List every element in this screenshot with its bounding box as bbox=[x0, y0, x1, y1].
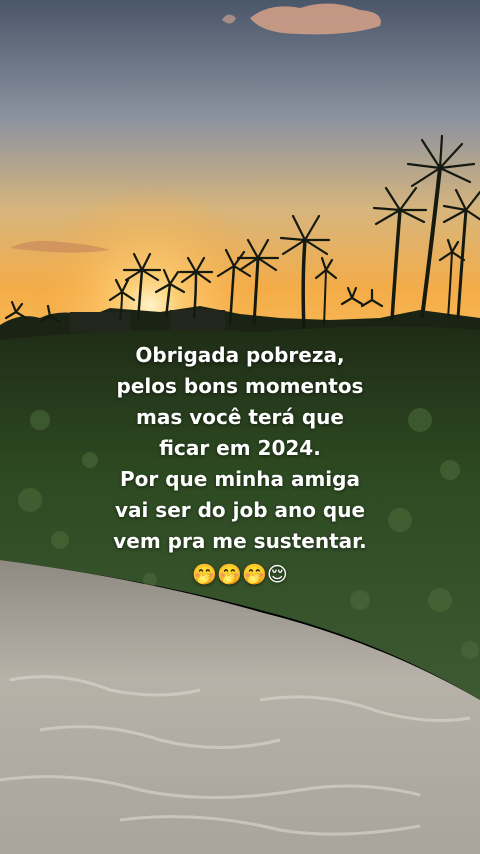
story-view: Obrigada pobreza, pelos bons momentos ma… bbox=[0, 0, 480, 854]
caption-line: ficar em 2024. bbox=[159, 436, 321, 460]
caption-line: mas você terá que bbox=[136, 405, 344, 429]
caption-line: vai ser do job ano que bbox=[114, 498, 366, 522]
story-caption: Obrigada pobreza, pelos bons momentos ma… bbox=[0, 340, 480, 589]
caption-line: pelos bons momentos bbox=[116, 374, 364, 398]
caption-line: Por que minha amiga bbox=[120, 467, 360, 491]
caption-line: Obrigada pobreza, bbox=[135, 343, 345, 367]
emoji-row: 🤭🤭🤭😌 bbox=[192, 562, 288, 586]
building bbox=[170, 310, 225, 332]
caption-line: vem pra me sustentar. bbox=[113, 529, 367, 553]
